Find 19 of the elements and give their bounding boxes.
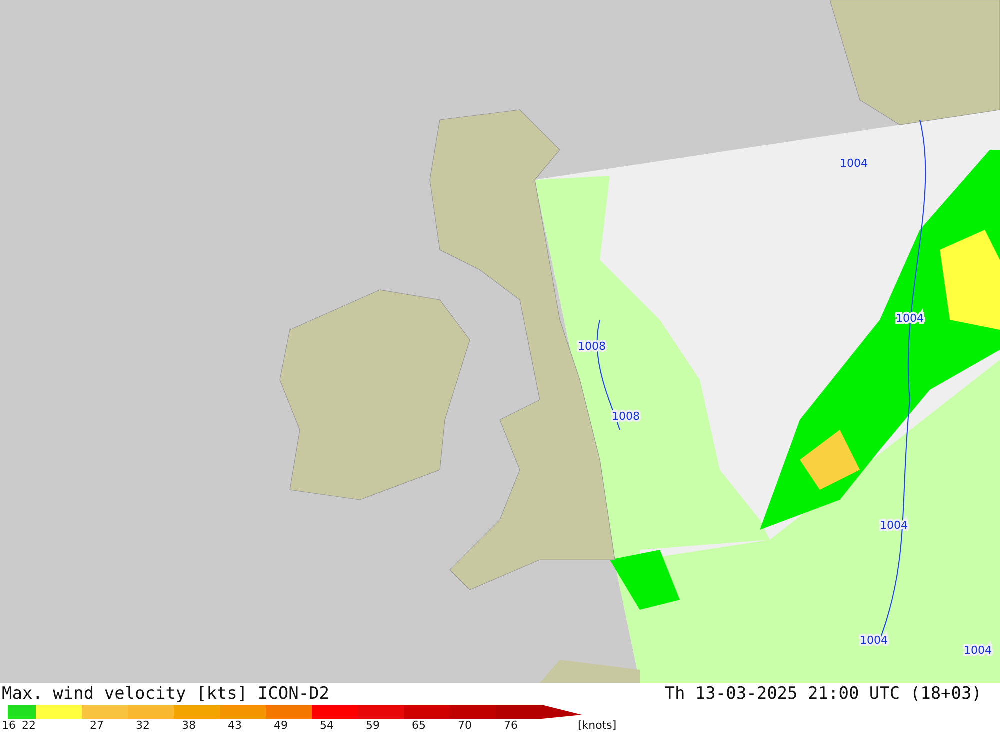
isobar-label: 1004 bbox=[964, 644, 992, 657]
legend-label: 27 bbox=[90, 719, 104, 732]
legend-label: 70 bbox=[458, 719, 472, 732]
valid-time: Th 13-03-2025 21:00 UTC (18+03) bbox=[664, 684, 982, 704]
legend-label: 38 bbox=[182, 719, 196, 732]
legend-label: 65 bbox=[412, 719, 426, 732]
legend-label: 43 bbox=[228, 719, 242, 732]
legend-label: 32 bbox=[136, 719, 150, 732]
legend-arrow-icon bbox=[542, 705, 582, 719]
legend-unit: [knots] bbox=[578, 719, 617, 732]
legend-label: 49 bbox=[274, 719, 288, 732]
map-title: Max. wind velocity [kts] ICON-D2 bbox=[2, 684, 330, 704]
isobar-label: 1004 bbox=[840, 157, 868, 170]
legend-label: 16 bbox=[2, 719, 16, 732]
isobar-label: 1004 bbox=[860, 634, 888, 647]
legend-label: 76 bbox=[504, 719, 518, 732]
legend-label: 22 bbox=[22, 719, 36, 732]
legend-label: 54 bbox=[320, 719, 334, 732]
legend-label: 59 bbox=[366, 719, 380, 732]
